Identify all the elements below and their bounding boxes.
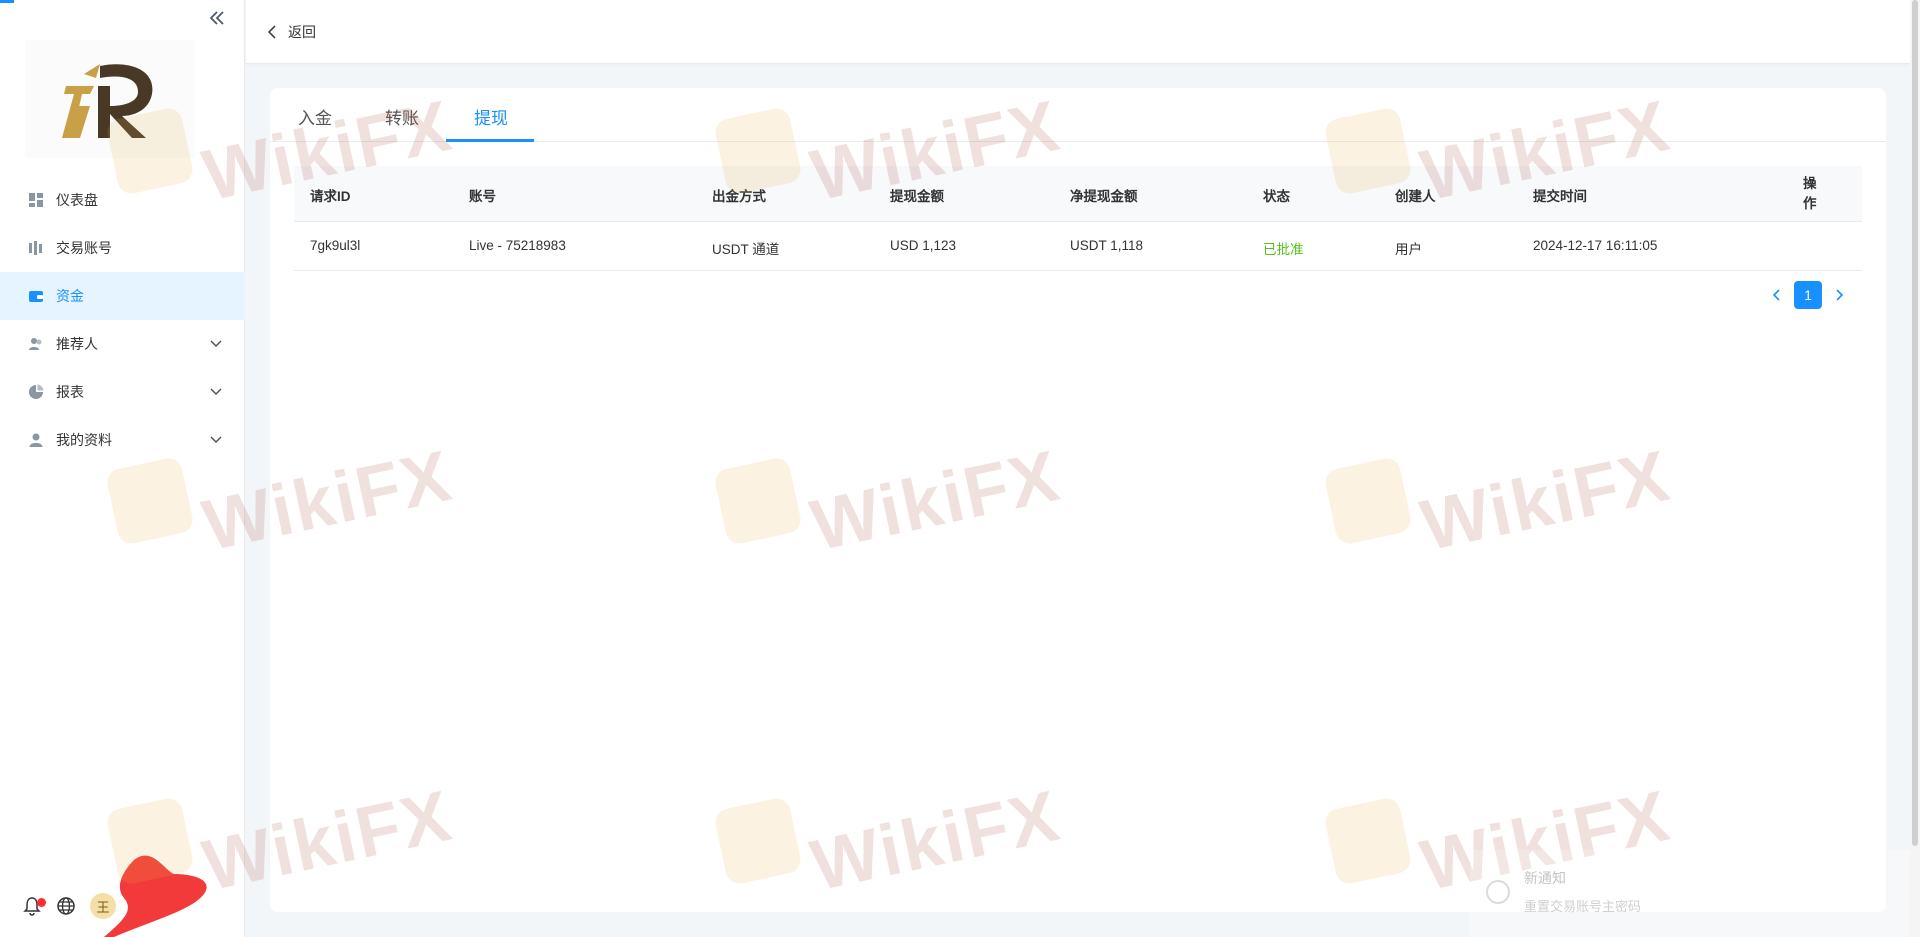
col-request-id: 请求ID xyxy=(310,189,351,204)
scrollbar-thumb[interactable] xyxy=(1912,0,1918,846)
cell-creator: 用户 xyxy=(1395,242,1422,257)
sidebar-item-trading-accounts[interactable]: 交易账号 xyxy=(0,224,245,272)
notification-title: 新通知 xyxy=(1524,870,1566,886)
col-actions: 操作 xyxy=(1803,176,1817,211)
table-header: 请求ID 账号 出金方式 提现金额 净提现金额 状态 创建人 提交时间 操作 xyxy=(294,166,1862,222)
withdrawal-table: 请求ID 账号 出金方式 提现金额 净提现金额 状态 创建人 提交时间 操作 7… xyxy=(294,166,1862,271)
page-scrollbar[interactable] xyxy=(1910,0,1920,937)
notification-toast[interactable]: 新通知 重置交易账号主密码 xyxy=(1470,850,1910,937)
pie-chart-icon xyxy=(28,384,44,400)
sidebar-item-label: 推荐人 xyxy=(56,336,98,352)
cell-amount: USD 1,123 xyxy=(890,238,957,253)
prev-page-button[interactable] xyxy=(1766,285,1786,305)
sidebar: 仪表盘 交易账号 资金 推荐人 报表 我的资料 王 xyxy=(0,0,245,937)
back-label: 返回 xyxy=(288,23,316,40)
page-number-button[interactable]: 1 xyxy=(1794,281,1822,309)
notification-dot xyxy=(37,898,46,907)
top-bar: 返回 xyxy=(246,0,1910,64)
cell-net-amount: USDT 1,118 xyxy=(1070,238,1144,253)
pagination: 1 xyxy=(1766,281,1850,309)
tab-withdraw[interactable]: 提现 xyxy=(474,104,508,129)
cell-request-id: 7gk9ul3l xyxy=(310,238,361,253)
col-submitted-at: 提交时间 xyxy=(1533,189,1587,204)
col-creator: 创建人 xyxy=(1395,189,1436,204)
status-badge: 已批准 xyxy=(1263,242,1304,257)
sidebar-item-label: 仪表盘 xyxy=(56,192,98,208)
table-row: 7gk9ul3l Live - 75218983 USDT 通道 USD 1,1… xyxy=(294,222,1862,271)
cell-method: USDT 通道 xyxy=(712,242,780,257)
collapse-sidebar-button[interactable] xyxy=(205,8,229,32)
notification-body: 重置交易账号主密码 xyxy=(1524,899,1642,914)
tab-bar: 入金 转账 提现 xyxy=(270,88,1886,142)
referrer-icon xyxy=(28,336,44,352)
tab-deposit[interactable]: 入金 xyxy=(298,104,332,129)
cell-account: Live - 75218983 xyxy=(469,238,566,253)
sidebar-footer: 王 xyxy=(22,893,116,919)
cell-submitted-at: 2024-12-17 16:11:05 xyxy=(1533,238,1658,253)
brand-logo xyxy=(25,40,195,158)
sidebar-item-label: 报表 xyxy=(56,384,84,400)
sidebar-item-label: 交易账号 xyxy=(56,240,112,256)
sidebar-item-label: 我的资料 xyxy=(56,432,112,448)
redaction-mark xyxy=(104,855,207,937)
sidebar-item-my-profile[interactable]: 我的资料 xyxy=(0,416,245,464)
top-accent-bar xyxy=(0,0,14,3)
chevron-down-icon xyxy=(210,436,222,444)
back-button[interactable]: 返回 xyxy=(266,22,316,42)
active-tab-indicator xyxy=(446,139,534,142)
wallet-icon xyxy=(28,288,44,304)
dashboard-icon xyxy=(28,192,44,208)
withdrawal-card: 入金 转账 提现 请求ID 账号 出金方式 提现金额 净提现金额 状态 创建人 … xyxy=(270,88,1886,912)
col-amount: 提现金额 xyxy=(890,189,944,204)
chevron-down-icon xyxy=(210,340,222,348)
chevron-down-icon xyxy=(210,388,222,396)
sidebar-item-label: 资金 xyxy=(56,288,84,304)
col-method: 出金方式 xyxy=(712,189,766,204)
col-status: 状态 xyxy=(1263,189,1290,204)
globe-icon xyxy=(57,897,75,915)
sidebar-item-referrer[interactable]: 推荐人 xyxy=(0,320,245,368)
col-net-amount: 净提现金额 xyxy=(1070,189,1138,204)
col-account: 账号 xyxy=(469,189,496,204)
sidebar-menu: 仪表盘 交易账号 资金 推荐人 报表 我的资料 xyxy=(0,176,245,464)
notifications-button[interactable] xyxy=(22,896,46,916)
language-button[interactable] xyxy=(56,896,76,916)
sidebar-item-reports[interactable]: 报表 xyxy=(0,368,245,416)
sidebar-item-funds[interactable]: 资金 xyxy=(0,272,245,320)
chevron-left-icon xyxy=(1772,289,1780,301)
user-profile-icon xyxy=(28,432,44,448)
chevron-left-icon xyxy=(267,24,276,39)
sidebar-item-dashboard[interactable]: 仪表盘 xyxy=(0,176,245,224)
chevron-right-icon xyxy=(1836,289,1844,301)
trading-accounts-icon xyxy=(28,240,44,256)
tab-transfer[interactable]: 转账 xyxy=(385,104,419,129)
double-chevron-left-icon xyxy=(209,11,224,25)
next-page-button[interactable] xyxy=(1830,285,1850,305)
notification-icon xyxy=(1486,880,1510,904)
